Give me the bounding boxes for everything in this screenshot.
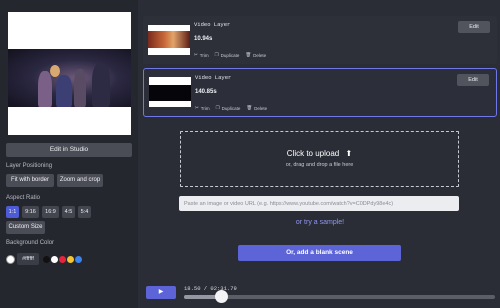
play-button[interactable]: ▶ (146, 286, 176, 299)
layer-thumbnail (149, 77, 191, 107)
url-input[interactable] (179, 196, 459, 211)
scissors-icon: ✂ (195, 105, 199, 110)
upload-title: Click to upload ⬆ (181, 149, 458, 158)
layer-duration: 10.94s (194, 36, 213, 42)
scissors-icon: ✂ (194, 52, 198, 57)
layer-card[interactable]: Video Layer 10.94s ✂ Trim ❐ Duplicate 🗑 Del… (143, 16, 497, 64)
upload-subtitle: or, drag and drop a file here (285, 162, 354, 168)
edit-in-studio-button[interactable]: Edit in Studio (6, 143, 132, 157)
duplicate-label: Duplicate (221, 105, 241, 111)
layer-title: Video Layer (194, 21, 231, 28)
upload-dropzone[interactable]: Click to upload ⬆ or, drag and drop a fi… (180, 131, 459, 187)
swatch-red[interactable] (59, 256, 66, 263)
layer-edit-button[interactable]: Edit (457, 74, 489, 86)
trash-icon: 🗑 (246, 105, 253, 110)
timeline-scrubber-handle[interactable] (215, 290, 229, 303)
ratio-16-9-button[interactable]: 16:9 (42, 206, 59, 218)
layer-title: Video Layer (195, 74, 232, 81)
aspect-ratio-title: Aspect Ratio (6, 195, 41, 201)
trash-icon: 🗑 (245, 52, 252, 57)
current-color-preview[interactable] (6, 255, 15, 264)
upload-arrow-icon: ⬆ (345, 149, 353, 158)
play-icon: ▶ (158, 289, 164, 295)
duplicate-button[interactable]: ❐ Duplicate (216, 105, 241, 111)
fit-with-border-button[interactable]: Fit with border (6, 174, 54, 187)
swatch-yellow[interactable] (67, 256, 74, 263)
delete-label: Delete (253, 52, 267, 58)
delete-button[interactable]: 🗑 Delete (245, 52, 266, 58)
layer-duration: 140.85s (195, 89, 217, 95)
preview-frame-image (8, 49, 131, 107)
swatch-blue[interactable] (75, 256, 82, 263)
upload-title-text: Click to upload (286, 149, 340, 158)
timeline-track[interactable] (184, 295, 495, 299)
duplicate-label: Duplicate (220, 52, 240, 58)
time-display: 18.50 / 02:31.79 (184, 285, 237, 292)
swatch-black[interactable] (43, 256, 50, 263)
background-color-title: Background Color (6, 240, 55, 246)
trim-button[interactable]: ✂ Trim (194, 52, 209, 58)
trim-label: Trim (200, 105, 210, 111)
trim-button[interactable]: ✂ Trim (195, 105, 210, 111)
left-panel: Edit in Studio Layer Positioning Fit wit… (0, 0, 138, 308)
video-preview (8, 12, 131, 135)
copy-icon: ❐ (214, 52, 219, 57)
delete-label: Delete (254, 105, 268, 111)
color-hex-field[interactable]: #ffffff (17, 253, 39, 265)
ratio-9-16-button[interactable]: 9:16 (22, 206, 39, 218)
layer-thumbnail (148, 25, 190, 55)
layer-card-selected[interactable]: Video Layer 140.85s ✂ Trim ❐ Duplicate 🗑 De… (143, 68, 497, 117)
layer-edit-button[interactable]: Edit (458, 21, 490, 33)
layer-positioning-title: Layer Positioning (6, 163, 53, 169)
duplicate-button[interactable]: ❐ Duplicate (215, 52, 240, 58)
try-sample-text[interactable]: or try a sample! (296, 219, 344, 226)
zoom-and-crop-button[interactable]: Zoom and crop (57, 174, 103, 187)
try-sample-link[interactable]: or try a sample! (0, 219, 500, 226)
delete-button[interactable]: 🗑 Delete (246, 105, 267, 111)
trim-label: Trim (199, 52, 209, 58)
ratio-4-5-button[interactable]: 4:5 (62, 206, 75, 218)
copy-icon: ❐ (215, 105, 220, 110)
swatch-white[interactable] (51, 256, 58, 263)
ratio-1-1-button[interactable]: 1:1 (6, 206, 19, 218)
ratio-5-4-button[interactable]: 5:4 (78, 206, 91, 218)
add-blank-scene-button[interactable]: Or, add a blank scene (238, 245, 401, 261)
